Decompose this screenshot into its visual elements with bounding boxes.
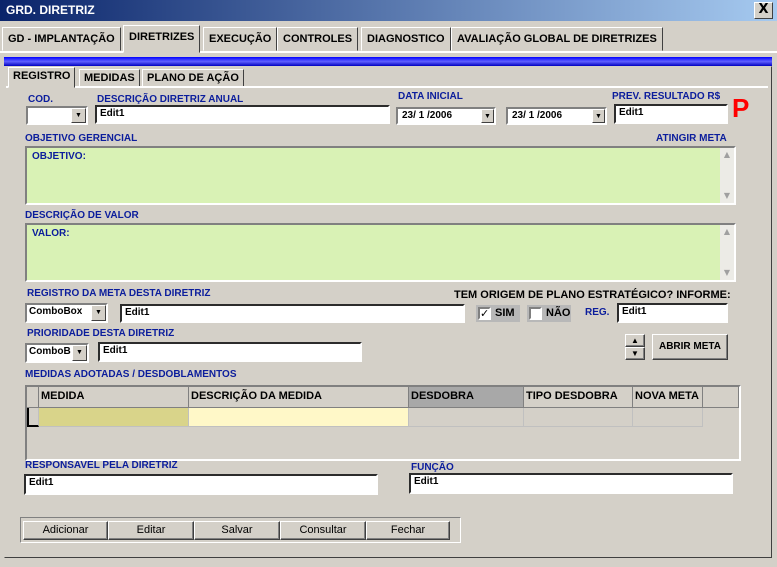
cod-combo[interactable]: ▼ (26, 106, 88, 125)
abrir-meta-button[interactable]: ABRIR META (652, 334, 728, 360)
responsavel-input[interactable]: Edit1 (24, 474, 378, 495)
grid-header-medida[interactable]: MEDIDA (39, 387, 189, 408)
valor-label: DESCRIÇÃO DE VALOR (25, 210, 139, 221)
subtab-divider (6, 86, 768, 88)
grid-header-filler (703, 387, 739, 408)
blue-header-bar (4, 57, 772, 66)
grid-cell-descricao[interactable] (189, 408, 409, 427)
atingir-meta-label: ATINGIR META (656, 133, 727, 144)
registro-meta-input[interactable]: Edit1 (120, 304, 465, 323)
objetivo-textarea[interactable]: OBJETIVO: ▲ ▼ (25, 146, 736, 205)
cod-label: COD. (28, 94, 53, 105)
registro-meta-combo[interactable]: ComboBox ▼ (25, 303, 108, 323)
dropdown-arrow-icon[interactable]: ▼ (481, 109, 494, 123)
grid-header-descricao[interactable]: DESCRIÇÃO DA MEDIDA (189, 387, 409, 408)
data-final-picker[interactable]: 23/ 1 /2006 ▼ (506, 107, 607, 125)
close-icon[interactable]: X (754, 2, 773, 19)
descricao-label: DESCRIÇÃO DIRETRIZ ANUAL (97, 94, 244, 105)
scroll-up-icon[interactable]: ▲ (722, 150, 732, 160)
tab-divider (0, 51, 777, 53)
prioridade-combo[interactable]: ComboB ▼ (25, 343, 89, 363)
sim-label: SIM (495, 307, 515, 319)
dropdown-arrow-icon[interactable]: ▼ (72, 345, 87, 361)
grid-header-tipo-desdobra[interactable]: TIPO DESDOBRA (524, 387, 633, 408)
tab-diretrizes[interactable]: DIRETRIZES (123, 25, 201, 53)
prioridade-label: PRIORIDADE DESTA DIRETRIZ (27, 328, 175, 339)
sim-checkbox[interactable]: ✓ (478, 307, 491, 320)
tab-diagnostico[interactable]: DIAGNOSTICO (361, 27, 451, 51)
valor-scrollbar[interactable]: ▲ ▼ (720, 225, 734, 280)
valor-textarea[interactable]: VALOR: ▲ ▼ (25, 223, 736, 282)
funcao-label: FUNÇÃO (411, 462, 454, 473)
spin-up-icon[interactable]: ▲ (625, 334, 645, 347)
subtab-registro[interactable]: REGISTRO (8, 67, 76, 88)
adicionar-button[interactable]: Adicionar (23, 521, 108, 540)
dropdown-arrow-icon[interactable]: ▼ (91, 305, 106, 321)
objetivo-scrollbar[interactable]: ▲ ▼ (720, 148, 734, 203)
prioridade-combo-value: ComboB (29, 346, 71, 357)
spin-down-icon[interactable]: ▼ (625, 347, 645, 360)
dropdown-arrow-icon[interactable]: ▼ (71, 108, 86, 123)
data-inicial-picker[interactable]: 23/ 1 /2006 ▼ (396, 107, 496, 125)
dropdown-arrow-icon[interactable]: ▼ (592, 109, 605, 123)
salvar-button[interactable]: Salvar (194, 521, 280, 540)
medidas-grid[interactable]: MEDIDA DESCRIÇÃO DA MEDIDA DESDOBRA TIPO… (25, 385, 741, 461)
subtab-medidas[interactable]: MEDIDAS (79, 69, 140, 87)
grid-indicator-header (27, 387, 39, 408)
medidas-label: MEDIDAS ADOTADAS / DESDOBLAMENTOS (25, 369, 237, 380)
reg-label: REG. (585, 307, 610, 318)
scroll-down-icon[interactable]: ▼ (722, 191, 732, 201)
tab-gd-implantacao[interactable]: GD - IMPLANTAÇÃO (2, 27, 121, 51)
grid-header-desdobra[interactable]: DESDOBRA (409, 387, 524, 408)
fechar-button[interactable]: Fechar (366, 521, 450, 540)
grid-cell-tipo-desdobra[interactable] (524, 408, 633, 427)
sim-option[interactable]: ✓ SIM (476, 305, 520, 322)
grid-cell-nova-meta[interactable] (633, 408, 703, 427)
tab-avaliacao-global[interactable]: AVALIAÇÃO GLOBAL DE DIRETRIZES (451, 27, 663, 51)
grid-row-indicator (27, 408, 39, 427)
registro-meta-label: REGISTRO DA META DESTA DIRETRIZ (27, 288, 211, 299)
reg-input[interactable]: Edit1 (617, 303, 728, 323)
funcao-input[interactable]: Edit1 (409, 473, 733, 494)
title-bar (0, 0, 777, 21)
nao-label: NÃO (546, 307, 571, 319)
objetivo-label: OBJETIVO GERENCIAL (25, 133, 138, 144)
objetivo-text: OBJETIVO: (32, 151, 86, 162)
prioridade-input[interactable]: Edit1 (98, 342, 362, 362)
valor-text: VALOR: (32, 228, 70, 239)
origem-label: TEM ORIGEM DE PLANO ESTRATÉGICO? INFORME… (454, 289, 731, 301)
scroll-down-icon[interactable]: ▼ (722, 268, 732, 278)
responsavel-label: RESPONSAVEL PELA DIRETRIZ (25, 460, 178, 471)
tab-execucao[interactable]: EXECUÇÃO (203, 27, 278, 51)
data-final-value: 23/ 1 /2006 (512, 110, 563, 121)
scroll-up-icon[interactable]: ▲ (722, 227, 732, 237)
editar-button[interactable]: Editar (108, 521, 194, 540)
prev-resultado-input[interactable]: Edit1 (614, 104, 728, 124)
descricao-input[interactable]: Edit1 (95, 105, 390, 124)
grid-cell-medida[interactable] (39, 408, 189, 427)
data-inicial-value: 23/ 1 /2006 (402, 110, 453, 121)
window-title: GRD. DIRETRIZ (6, 3, 95, 17)
nao-checkbox[interactable] (529, 307, 542, 320)
grid-header-nova-meta[interactable]: NOVA META (633, 387, 703, 408)
subtab-plano-de-acao[interactable]: PLANO DE AÇÃO (142, 69, 244, 87)
nao-option[interactable]: NÃO (527, 305, 571, 322)
status-indicator: P (732, 93, 750, 123)
registro-combo-value: ComboBox (29, 306, 83, 317)
data-inicial-label: DATA INICIAL (398, 91, 463, 102)
grid-cell-desdobra[interactable] (409, 408, 524, 427)
prev-resultado-label: PREV. RESULTADO R$ (612, 91, 721, 102)
consultar-button[interactable]: Consultar (280, 521, 366, 540)
tab-controles[interactable]: CONTROLES (277, 27, 359, 51)
